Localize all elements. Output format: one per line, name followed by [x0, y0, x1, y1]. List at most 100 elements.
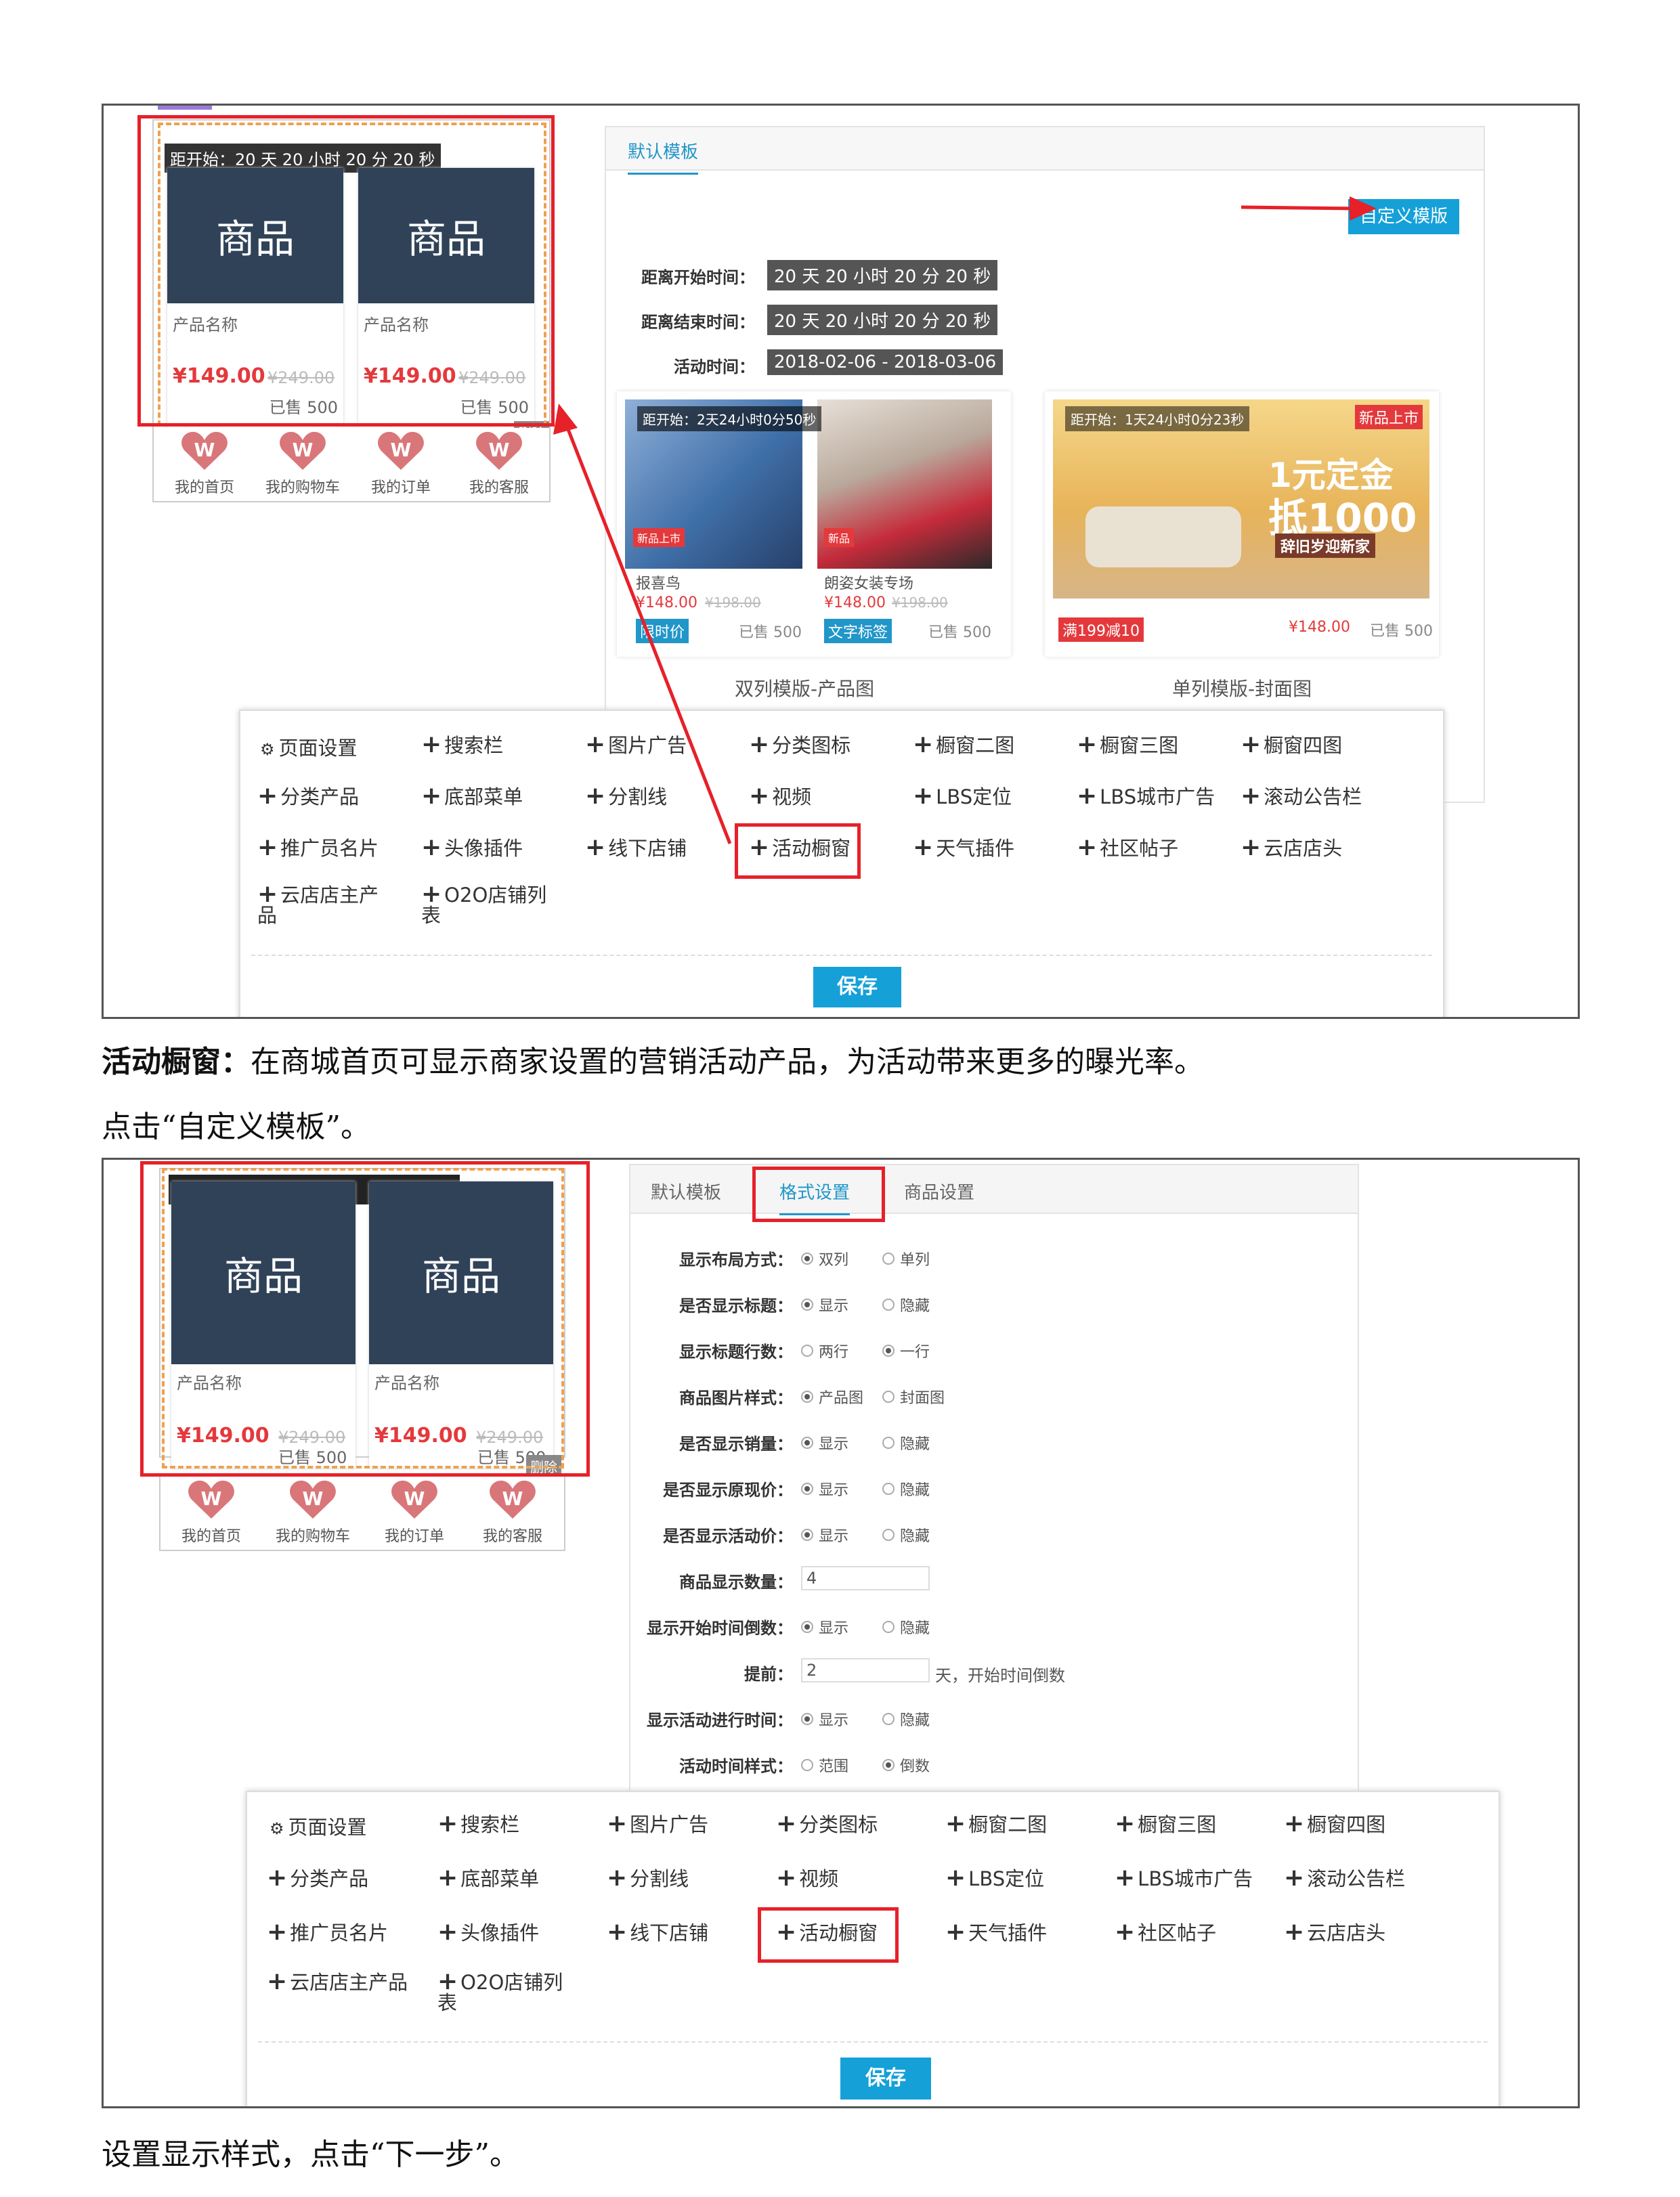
gear-icon: ⚙: [260, 740, 275, 759]
tool-cloud-store-header[interactable]: + 云店店头: [1241, 833, 1342, 861]
tool-weather-plugin[interactable]: + 天气插件: [945, 1917, 1047, 1946]
tool-window-2[interactable]: + 橱窗二图: [913, 730, 1014, 758]
radio-option[interactable]: 显示: [801, 1616, 848, 1638]
tab-product-settings[interactable]: 商品设置: [904, 1179, 974, 1204]
radio-option[interactable]: 单列: [882, 1248, 930, 1269]
tool-divider[interactable]: + 分割线: [585, 781, 667, 810]
tool-offline-store[interactable]: + 线下店铺: [607, 1917, 708, 1946]
radio-option[interactable]: 倒数: [882, 1754, 930, 1776]
tool-category-icon[interactable]: + 分类图标: [776, 1809, 878, 1837]
tool-lbs-city-ad[interactable]: + LBS城市广告: [1115, 1863, 1253, 1892]
tool-window-3[interactable]: + 橱窗三图: [1115, 1809, 1216, 1837]
tool-promoter-card[interactable]: + 推广员名片: [257, 833, 379, 861]
tool-bottom-menu[interactable]: + 底部菜单: [421, 781, 523, 810]
radio-icon: [801, 1713, 813, 1725]
tool-lbs-location[interactable]: + LBS定位: [945, 1863, 1044, 1892]
plus-icon: +: [913, 731, 934, 758]
radio-option[interactable]: 显示: [801, 1478, 848, 1500]
radio-option[interactable]: 隐藏: [882, 1294, 930, 1315]
tool-image-ad[interactable]: + 图片广告: [585, 730, 687, 758]
tool-category-products[interactable]: + 分类产品: [267, 1863, 368, 1892]
tool-lbs-city-ad[interactable]: + LBS城市广告: [1077, 781, 1215, 810]
tool-label: 图片广告: [608, 734, 687, 757]
tool-divider[interactable]: + 分割线: [607, 1863, 689, 1892]
tool-offline-store[interactable]: + 线下店铺: [585, 833, 687, 861]
plus-icon: +: [421, 782, 442, 810]
tool-label: 活动橱窗: [772, 837, 851, 860]
radio-option[interactable]: 显示: [801, 1432, 848, 1454]
radio-option[interactable]: 两行: [801, 1340, 848, 1362]
caption-click-custom: 点击“自定义模板”。: [102, 1110, 370, 1144]
tool-promoter-card[interactable]: + 推广员名片: [267, 1917, 388, 1946]
radio-label: 双列: [819, 1252, 849, 1269]
radio-label: 范围: [819, 1758, 849, 1775]
tool-community-post[interactable]: + 社区帖子: [1077, 833, 1178, 861]
tool-label: 头像插件: [444, 837, 523, 860]
screenshot-frame-1: 距开始：20 天 20 小时 20 分 20 秒 商品 产品名称 ¥149.00…: [102, 104, 1580, 1019]
radio-option[interactable]: 一行: [882, 1340, 930, 1362]
number-input[interactable]: 2: [801, 1658, 930, 1682]
number-input[interactable]: 4: [801, 1566, 930, 1590]
tool-search-bar[interactable]: + 搜索栏: [437, 1809, 519, 1837]
nav-item-orders[interactable]: W 我的订单: [370, 1479, 458, 1546]
radio-option[interactable]: 隐藏: [882, 1524, 930, 1546]
tool-community-post[interactable]: + 社区帖子: [1115, 1917, 1216, 1946]
tool-scroll-notice[interactable]: + 滚动公告栏: [1241, 781, 1362, 810]
radio-option[interactable]: 产品图: [801, 1386, 863, 1408]
tool-avatar-plugin[interactable]: + 头像插件: [437, 1917, 539, 1946]
radio-option[interactable]: 隐藏: [882, 1432, 930, 1454]
radio-option[interactable]: 双列: [801, 1248, 848, 1269]
plus-icon: +: [267, 1918, 288, 1946]
radio-icon: [882, 1345, 895, 1357]
radio-option[interactable]: 显示: [801, 1524, 848, 1546]
radio-option[interactable]: 显示: [801, 1708, 848, 1730]
tool-activity-window[interactable]: + 活动橱窗: [776, 1917, 878, 1946]
plus-icon: +: [1241, 782, 1262, 810]
tool-weather-plugin[interactable]: + 天气插件: [913, 833, 1014, 861]
radio-option[interactable]: 显示: [801, 1294, 848, 1315]
tool-o2o-store-list[interactable]: + O2O店铺列表: [437, 1970, 580, 2014]
plus-icon: +: [257, 782, 278, 810]
tool-cloud-store-header[interactable]: + 云店店头: [1284, 1917, 1385, 1946]
tool-page-settings[interactable]: ⚙ 页面设置: [260, 733, 358, 761]
tool-image-ad[interactable]: + 图片广告: [607, 1809, 708, 1837]
tool-label: 云店店主产品: [290, 1971, 408, 1994]
radio-option[interactable]: 封面图: [882, 1386, 945, 1408]
tool-window-4[interactable]: + 橱窗四图: [1241, 730, 1342, 758]
tool-cloud-owner-products[interactable]: + 云店店主产品: [257, 882, 393, 926]
tool-category-products[interactable]: + 分类产品: [257, 781, 359, 810]
tool-page-settings[interactable]: ⚙ 页面设置: [270, 1812, 367, 1840]
tool-label: 天气插件: [968, 1921, 1048, 1944]
tool-window-3[interactable]: + 橱窗三图: [1077, 730, 1178, 758]
radio-label: 显示: [819, 1436, 849, 1453]
radio-option[interactable]: 隐藏: [882, 1616, 930, 1638]
radio-option[interactable]: 隐藏: [882, 1478, 930, 1500]
save-button[interactable]: 保存: [840, 2058, 931, 2100]
plus-icon: +: [776, 1918, 797, 1946]
tool-label: 分割线: [630, 1867, 689, 1890]
tool-o2o-store-list[interactable]: + O2O店铺列表: [421, 882, 557, 926]
tool-video[interactable]: + 视频: [749, 781, 811, 810]
tool-window-4[interactable]: + 橱窗四图: [1284, 1809, 1385, 1837]
tool-activity-window[interactable]: + 活动橱窗: [749, 833, 850, 861]
radio-label: 封面图: [900, 1390, 945, 1407]
tool-window-2[interactable]: + 橱窗二图: [945, 1809, 1047, 1837]
tab-default-template[interactable]: 默认模板: [651, 1179, 721, 1204]
tool-search-bar[interactable]: + 搜索栏: [421, 730, 503, 758]
nav-item-service[interactable]: W 我的客服: [465, 1479, 560, 1546]
tool-avatar-plugin[interactable]: + 头像插件: [421, 833, 523, 861]
tool-label: 分割线: [608, 785, 668, 808]
tool-category-icon[interactable]: + 分类图标: [749, 730, 850, 758]
tool-video[interactable]: + 视频: [776, 1863, 838, 1892]
radio-label: 隐藏: [900, 1712, 930, 1729]
nav-item-cart[interactable]: W 我的购物车: [262, 1479, 364, 1546]
svg-text:W: W: [404, 1487, 425, 1510]
tool-lbs-location[interactable]: + LBS定位: [913, 781, 1012, 810]
nav-item-home[interactable]: W 我的首页: [167, 1479, 255, 1546]
tool-scroll-notice[interactable]: + 滚动公告栏: [1284, 1863, 1405, 1892]
radio-option[interactable]: 隐藏: [882, 1708, 930, 1730]
radio-option[interactable]: 范围: [801, 1754, 848, 1776]
tool-cloud-owner-products[interactable]: + 云店店主产品: [267, 1970, 409, 1994]
input-suffix: 天，开始时间倒数: [935, 1666, 1065, 1685]
tool-bottom-menu[interactable]: + 底部菜单: [437, 1863, 539, 1892]
